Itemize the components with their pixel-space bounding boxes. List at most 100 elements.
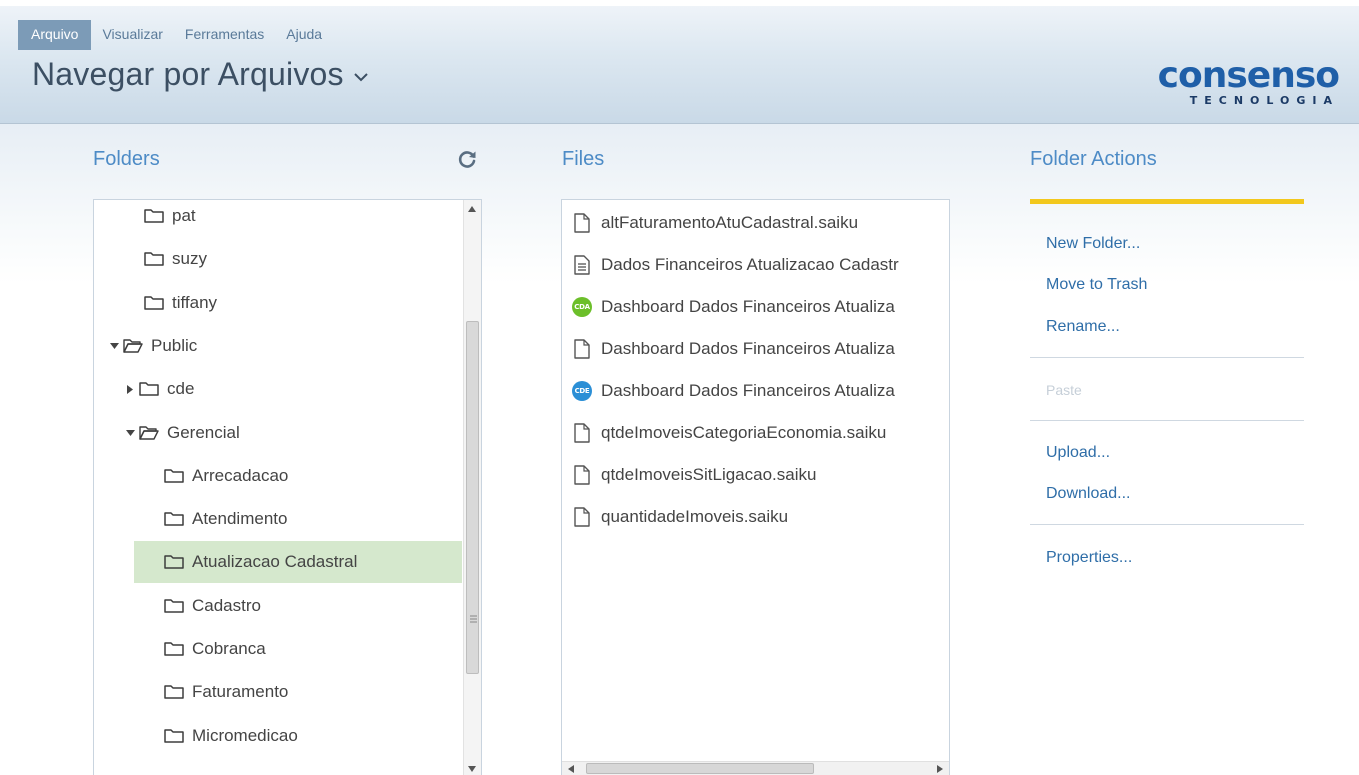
cda-icon: CDA [572, 296, 592, 318]
folder-icon [144, 252, 164, 267]
folder-actions-underline [1030, 199, 1304, 204]
scrollbar-thumb[interactable] [466, 321, 479, 674]
collapsed-arrow-icon[interactable] [124, 384, 136, 394]
files-horizontal-scrollbar[interactable] [562, 761, 949, 775]
folder-row[interactable]: suzy [94, 238, 462, 280]
folder-row[interactable]: cde [94, 368, 462, 410]
menu-visualizar[interactable]: Visualizar [91, 20, 173, 50]
file-row[interactable]: quantidadeImoveis.saiku [572, 497, 949, 537]
folder-row[interactable]: Cadastro [94, 585, 462, 627]
file-label: Dados Financeiros Atualizacao Cadastr [601, 255, 899, 274]
folder-icon [164, 469, 184, 483]
folder-row[interactable]: Micromedicao [94, 715, 462, 757]
file-icon [572, 212, 592, 234]
folder-label: Arrecadacao [192, 465, 289, 485]
menu-ferramentas[interactable]: Ferramentas [174, 20, 275, 50]
folders-scrollbar[interactable] [463, 200, 481, 775]
folder-row[interactable]: Faturamento [94, 671, 462, 713]
scroll-left-arrow-icon[interactable] [568, 765, 574, 773]
folder-label: Public [151, 335, 198, 355]
folder-label: cde [167, 379, 195, 399]
folder-label: Faturamento [192, 682, 289, 702]
folder-label: suzy [172, 249, 207, 269]
folder-icon [144, 209, 164, 223]
folder-actions-title: Folder Actions [1030, 148, 1157, 170]
properties-action[interactable]: Properties... [1046, 549, 1132, 567]
folder-icon [164, 728, 184, 743]
folder-row[interactable]: tiffany [94, 282, 462, 324]
cde-icon: CDE [572, 380, 592, 402]
file-row[interactable]: qtdeImoveisCategoriaEconomia.saiku [572, 413, 949, 453]
paste-action: Paste [1046, 382, 1082, 398]
actions-divider [1030, 420, 1304, 421]
file-row[interactable]: CDA Dashboard Dados Financeiros Atualiza [572, 287, 949, 327]
expanded-arrow-icon[interactable] [124, 429, 136, 436]
folder-label: Cobranca [192, 639, 266, 658]
folder-row[interactable]: Cobranca [94, 628, 462, 670]
chevron-down-icon [354, 72, 368, 81]
badge-text: CDA [572, 297, 592, 317]
folders-tree[interactable]: pat suzy tiffany Public cde Gerencial Arrecada… [93, 199, 482, 775]
document-icon [572, 254, 592, 276]
refresh-icon[interactable] [456, 148, 478, 170]
page-title: Navegar por Arquivos [32, 56, 344, 92]
file-label: qtdeImoveisCategoriaEconomia.saiku [601, 423, 887, 442]
folder-row[interactable]: Public [94, 325, 462, 367]
files-title: Files [562, 148, 605, 170]
folder-icon [164, 555, 184, 570]
folder-open-icon [139, 425, 159, 440]
scroll-down-arrow-icon[interactable] [468, 766, 476, 772]
move-to-trash-action[interactable]: Move to Trash [1046, 276, 1147, 294]
logo-wordmark: consenso [1157, 55, 1340, 96]
upload-action[interactable]: Upload... [1046, 444, 1110, 462]
file-label: quantidadeImoveis.saiku [601, 507, 789, 526]
folder-label: Micromedicao [192, 725, 298, 745]
folder-row[interactable]: Atualizacao Cadastral [134, 541, 462, 584]
scrollbar-thumb[interactable] [586, 763, 814, 774]
folders-title: Folders [93, 148, 160, 170]
app-header: Arquivo Visualizar Ferramentas Ajuda Nav… [0, 0, 1359, 124]
file-row[interactable]: Dashboard Dados Financeiros Atualiza [572, 329, 949, 369]
menu-arquivo[interactable]: Arquivo [18, 20, 92, 50]
file-label: Dashboard Dados Financeiros Atualiza [601, 297, 895, 316]
folder-row[interactable]: Arrecadacao [94, 455, 462, 497]
file-row[interactable]: Dados Financeiros Atualizacao Cadastr [572, 245, 949, 285]
folder-icon [139, 382, 159, 396]
file-row[interactable]: CDE Dashboard Dados Financeiros Atualiza [572, 371, 949, 411]
scroll-right-arrow-icon[interactable] [937, 765, 943, 773]
scroll-up-arrow-icon[interactable] [468, 206, 476, 212]
file-icon [572, 464, 592, 486]
file-row[interactable]: altFaturamentoAtuCadastral.saiku [572, 203, 949, 243]
grip-icon [470, 615, 477, 623]
file-label: Dashboard Dados Financeiros Atualiza [601, 381, 895, 400]
file-icon [572, 506, 592, 528]
folder-row[interactable]: Gerencial [94, 412, 462, 454]
folder-label: Cadastro [192, 595, 261, 615]
file-label: Dashboard Dados Financeiros Atualiza [601, 339, 895, 358]
menu-bar: Arquivo Visualizar Ferramentas Ajuda [18, 20, 333, 50]
rename-action[interactable]: Rename... [1046, 318, 1120, 336]
consenso-logo: consenso TECNOLOGIA [1149, 55, 1340, 108]
folder-label: tiffany [172, 292, 218, 312]
folder-row[interactable]: pat [94, 200, 462, 237]
download-action[interactable]: Download... [1046, 485, 1131, 503]
file-label: qtdeImoveisSitLigacao.saiku [601, 465, 817, 484]
expanded-arrow-icon[interactable] [108, 342, 120, 349]
actions-divider [1030, 357, 1304, 358]
file-icon [572, 338, 592, 360]
folder-label: Atualizacao Cadastral [192, 552, 358, 572]
folder-row[interactable]: Atendimento [94, 498, 462, 540]
folder-label: Gerencial [167, 422, 240, 442]
file-icon [572, 422, 592, 444]
file-label: altFaturamentoAtuCadastral.saiku [601, 213, 859, 232]
folder-icon [164, 512, 184, 526]
files-list[interactable]: altFaturamentoAtuCadastral.saiku Dados Fi… [561, 199, 950, 775]
folder-icon [144, 295, 164, 310]
folder-icon [164, 598, 184, 613]
folder-label: pat [172, 206, 196, 225]
menu-ajuda[interactable]: Ajuda [275, 20, 333, 50]
page-title-dropdown[interactable]: Navegar por Arquivos [32, 56, 370, 93]
new-folder-action[interactable]: New Folder... [1046, 235, 1140, 253]
actions-divider [1030, 524, 1304, 525]
file-row[interactable]: qtdeImoveisSitLigacao.saiku [572, 455, 949, 495]
